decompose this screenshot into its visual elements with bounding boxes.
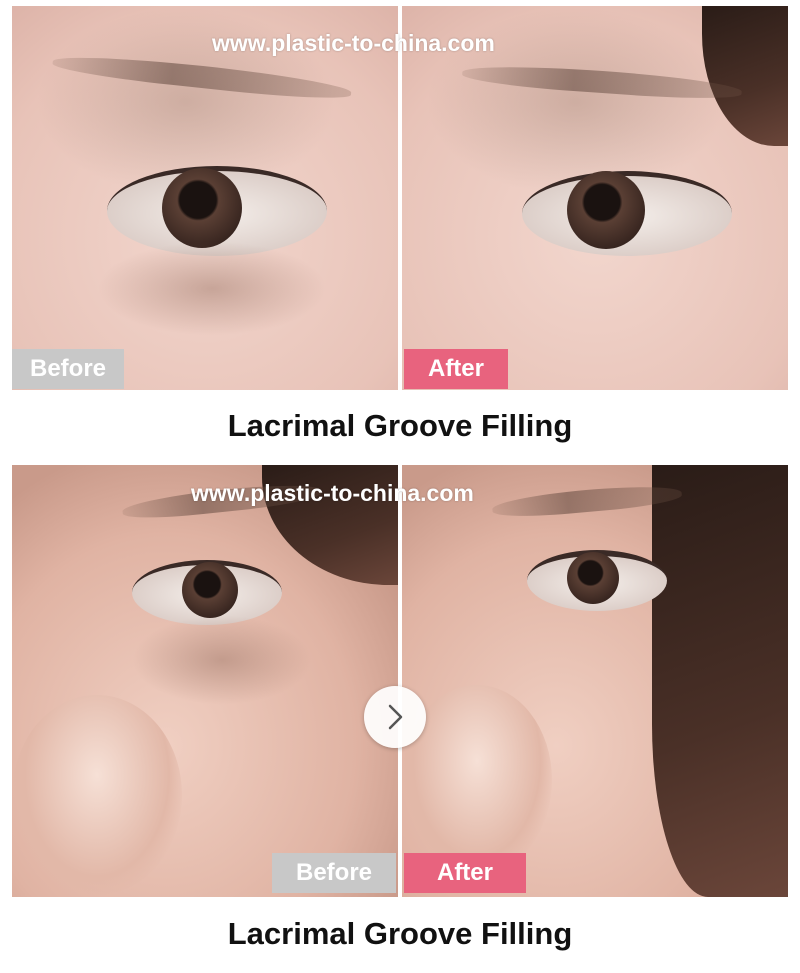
nose — [12, 695, 182, 895]
next-button[interactable] — [364, 686, 426, 748]
iris — [567, 552, 619, 604]
before-photo-1 — [12, 6, 398, 390]
before-badge: Before — [272, 853, 396, 893]
iris — [182, 562, 238, 618]
eyebrow — [51, 50, 353, 104]
under-eye-groove — [132, 615, 312, 705]
hair — [702, 6, 788, 146]
after-badge: After — [404, 853, 526, 893]
chevron-right-icon — [388, 704, 403, 730]
caption: Lacrimal Groove Filling — [227, 408, 573, 443]
eyebrow — [461, 61, 743, 103]
watermark: www.plastic-to-china.com — [212, 30, 495, 56]
after-photo-2 — [402, 465, 788, 897]
watermark: www.plastic-to-china.com — [191, 480, 474, 506]
iris — [162, 168, 242, 248]
after-photo-1 — [402, 6, 788, 390]
caption: Lacrimal Groove Filling — [227, 916, 573, 951]
after-badge: After — [404, 349, 508, 389]
hair — [652, 465, 788, 897]
before-photo-2 — [12, 465, 398, 897]
under-eye-groove — [97, 241, 327, 336]
before-badge: Before — [12, 349, 124, 389]
iris — [567, 171, 645, 249]
